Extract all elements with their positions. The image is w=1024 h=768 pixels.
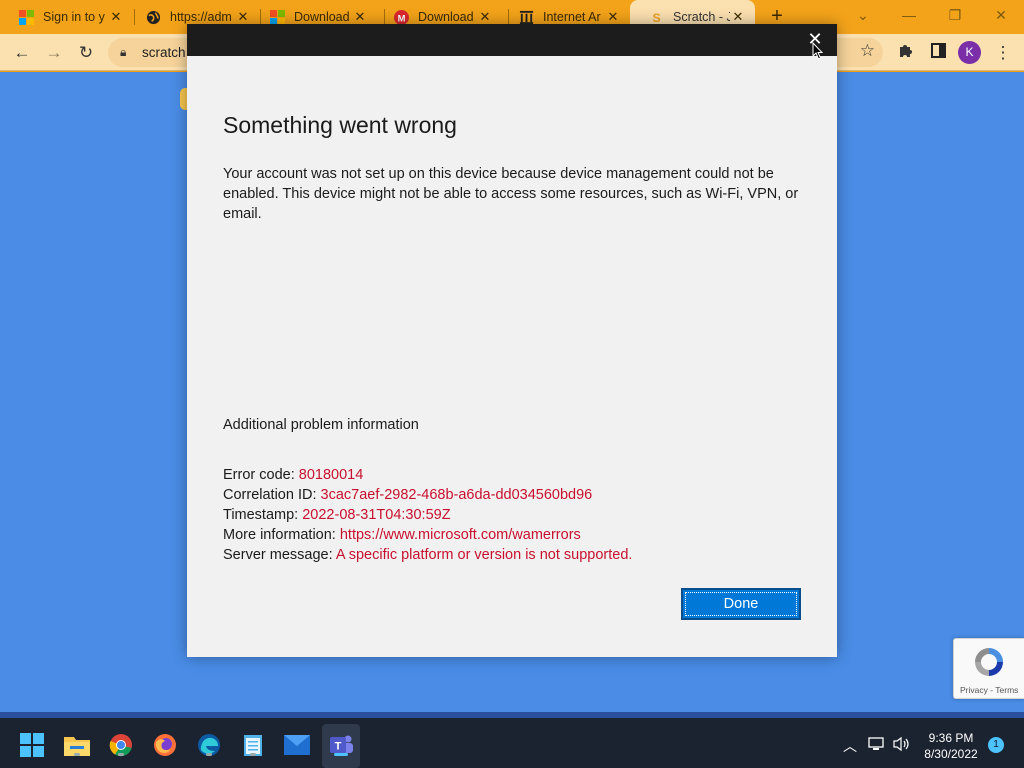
avatar[interactable]: K [958, 41, 981, 64]
mail-icon[interactable] [283, 731, 311, 759]
tab-title: https://adm [170, 10, 232, 24]
clock-time: 9:36 PM [928, 731, 974, 745]
additional-info-heading: Additional problem information [223, 417, 419, 433]
dialog-titlebar: ✕ [187, 24, 837, 56]
minimize-button[interactable]: — [886, 0, 932, 34]
window-close-button[interactable]: ✕ [978, 0, 1024, 34]
edge-icon[interactable] [195, 731, 223, 759]
file-explorer-icon[interactable] [63, 731, 91, 759]
restore-button[interactable]: ❐ [932, 0, 978, 34]
correlation-id-value: 3cac7aef-2982-468b-a6da-dd034560bd96 [320, 487, 593, 503]
firefox-icon[interactable] [151, 731, 179, 759]
error-details: Error code: 80180014 Correlation ID: 3ca… [223, 465, 632, 565]
tab-sign-in[interactable]: Sign in to y ✕ [0, 0, 133, 34]
show-hidden-icons-icon[interactable]: ︿ [843, 736, 857, 756]
error-code-row: Error code: 80180014 [223, 465, 632, 485]
volume-icon[interactable] [893, 736, 911, 755]
timestamp-row: Timestamp: 2022-08-31T04:30:59Z [223, 505, 632, 525]
dialog-message: Your account was not set up on this devi… [223, 166, 799, 222]
clock-date: 8/30/2022 [924, 747, 978, 761]
more-info-row: More information: https://www.microsoft.… [223, 525, 632, 545]
start-icon[interactable] [18, 731, 46, 759]
tab-title: Scratch - Jc [673, 10, 730, 24]
recaptcha-icon [975, 648, 1003, 676]
server-message-value: A specific platform or version is not su… [335, 547, 633, 563]
running-indicator [250, 753, 256, 756]
running-indicator [74, 753, 80, 756]
server-message-row: Server message: A specific platform or v… [223, 545, 632, 565]
more-info-link[interactable]: https://www.microsoft.com/wamerrors [340, 527, 581, 543]
lock-icon: 🔒︎ [120, 45, 127, 59]
svg-text:M: M [397, 13, 405, 23]
tab-close-icon[interactable]: ✕ [108, 9, 124, 25]
detail-label: Timestamp: [223, 507, 303, 523]
mega-icon: M [393, 9, 409, 25]
tab-close-icon[interactable]: ✕ [235, 9, 251, 25]
forward-icon[interactable]: → [40, 39, 68, 67]
correlation-id-row: Correlation ID: 3cac7aef-2982-468b-a6da-… [223, 485, 632, 505]
extensions-icon[interactable] [892, 39, 920, 67]
recaptcha-badge[interactable]: Privacy - Terms [953, 638, 1024, 699]
detail-label: Correlation ID: [223, 487, 321, 503]
dialog-title: Something went wrong [223, 112, 457, 138]
notepad-icon[interactable] [239, 731, 267, 759]
svg-text:S: S [652, 11, 660, 25]
detail-label: Server message: [223, 547, 336, 563]
tab-close-icon[interactable]: ✕ [477, 9, 493, 25]
tab-close-icon[interactable]: ✕ [352, 9, 368, 25]
notification-badge[interactable]: 1 [988, 737, 1004, 753]
menu-icon[interactable]: ⋮ [989, 39, 1017, 67]
tab-title: Download [294, 10, 350, 24]
error-dialog: ✕ Something went wrong Your account was … [187, 24, 837, 657]
archive-icon [518, 9, 534, 25]
address-text: scratch [142, 45, 186, 60]
recaptcha-footer[interactable]: Privacy - Terms [960, 685, 1018, 695]
svg-text:T: T [335, 741, 342, 753]
detail-label: Error code: [223, 467, 299, 483]
back-icon[interactable]: ← [8, 39, 36, 67]
tab-title: Download [418, 10, 474, 24]
tab-title: Sign in to y [43, 10, 105, 24]
detail-label: More information: [223, 527, 340, 543]
globe-icon [145, 9, 161, 25]
side-panel-icon[interactable] [924, 39, 952, 67]
scratch-icon: S [648, 9, 664, 25]
error-code-value: 80180014 [298, 467, 364, 483]
tab-search-icon[interactable]: ⌄ [840, 0, 886, 34]
mouse-cursor-icon [812, 42, 824, 60]
running-indicator [118, 753, 124, 756]
system-clock[interactable]: 9:36 PM 8/30/2022 [918, 730, 984, 762]
tab-title: Internet Ar [543, 10, 601, 24]
timestamp-value: 2022-08-31T04:30:59Z [302, 507, 451, 523]
microsoft-icon [269, 9, 285, 25]
done-button[interactable]: Done [681, 588, 801, 620]
bookmark-star-icon[interactable]: ☆ [860, 41, 875, 61]
tab-close-icon[interactable]: ✕ [730, 9, 746, 25]
chrome-icon[interactable] [107, 731, 135, 759]
running-indicator [206, 753, 212, 756]
teams-icon[interactable]: T [327, 731, 355, 759]
running-indicator [334, 753, 348, 756]
taskbar: T ︿ 9:36 PM 8/30/2022 1 [0, 712, 1024, 768]
reload-icon[interactable]: ↻ [72, 39, 100, 67]
microsoft-icon [18, 9, 34, 25]
tab-close-icon[interactable]: ✕ [605, 9, 621, 25]
network-icon[interactable] [868, 736, 886, 755]
